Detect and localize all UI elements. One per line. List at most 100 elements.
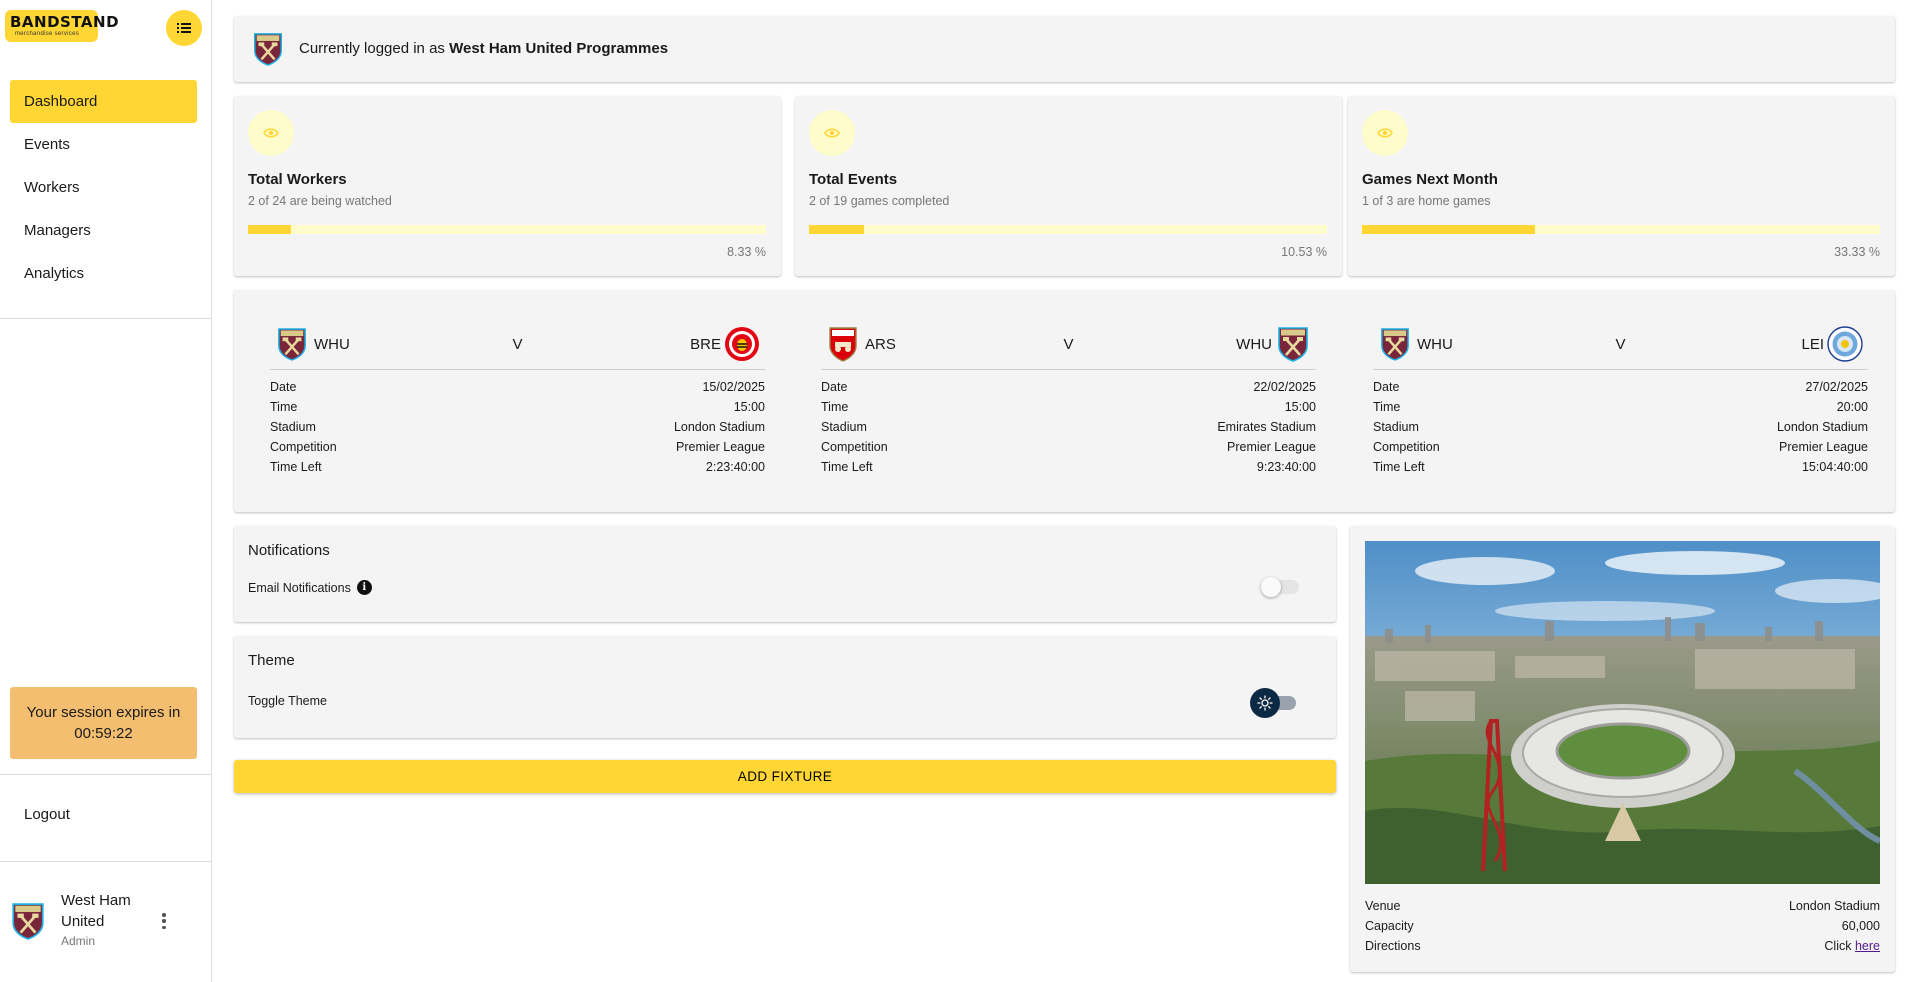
fixture-row-date: Date 15/02/2025	[270, 377, 765, 397]
fixture-row-competition: Competition Premier League	[1373, 437, 1868, 457]
sun-icon	[1257, 695, 1273, 711]
row-label: Time	[270, 400, 298, 414]
stat-subtitle: 2 of 19 games completed	[809, 194, 950, 208]
progress-bar	[809, 225, 1327, 234]
email-notifications-toggle[interactable]	[1261, 576, 1299, 597]
fixture-row-date: Date 22/02/2025	[821, 377, 1316, 397]
row-label: Competition	[1373, 440, 1440, 454]
user-menu-icon[interactable]	[157, 910, 171, 932]
venue-row: Venue London Stadium	[1365, 896, 1880, 916]
logout-button[interactable]: Logout	[24, 806, 70, 823]
notifications-card: Notifications Email Notifications i	[234, 526, 1336, 622]
info-icon[interactable]: i	[356, 580, 372, 595]
directions-link[interactable]: here	[1855, 939, 1880, 953]
row-value: 9:23:40:00	[1256, 460, 1316, 474]
row-label: Directions	[1365, 939, 1421, 953]
sidebar-divider	[0, 861, 211, 862]
progress-percent: 33.33 %	[1834, 245, 1880, 259]
fixture-row-date: Date 27/02/2025	[1373, 377, 1868, 397]
add-fixture-button[interactable]: ADD FIXTURE	[234, 760, 1336, 793]
row-value: Emirates Stadium	[1217, 420, 1316, 434]
versus-label: V	[1615, 336, 1626, 353]
progress-fill	[809, 225, 864, 234]
sidebar-item-workers[interactable]: Workers	[10, 166, 197, 209]
upcoming-fixtures: WHU V BRE Date 15/02/2025 Time 15:00 Stadi…	[234, 290, 1895, 512]
theme-toggle[interactable]	[1250, 688, 1298, 718]
toggle-sidebar-button[interactable]	[166, 10, 202, 46]
fixture-card[interactable]: ARS V WHU Date 22/02/2025 Time 15:00 Stadi…	[821, 326, 1316, 477]
row-value: 15:04:40:00	[1801, 460, 1868, 474]
directions-prefix: Click	[1824, 939, 1855, 953]
stat-title: Total Events	[809, 171, 898, 188]
session-expiry-notice: Your session expires in 00:59:22	[10, 687, 197, 759]
notifications-heading: Notifications	[248, 542, 330, 559]
row-value: 15/02/2025	[702, 380, 765, 394]
email-notifications-label: Email Notifications i	[248, 580, 372, 595]
fixture-row-time: Time 15:00	[270, 397, 765, 417]
venue-details: Venue London Stadium Capacity 60,000 Direc…	[1365, 896, 1880, 956]
toggle-thumb	[1261, 577, 1281, 597]
sidebar-item-managers[interactable]: Managers	[10, 209, 197, 252]
sidebar-divider	[0, 774, 211, 775]
west-ham-crest-icon	[11, 902, 45, 940]
fixture-row-time: Time 15:00	[821, 397, 1316, 417]
sidebar-divider	[0, 318, 211, 319]
eye-icon	[809, 110, 855, 156]
away-team: WHU	[1236, 336, 1272, 353]
fixture-row-time-left: Time Left 9:23:40:00	[821, 457, 1316, 477]
row-value: 60,000	[1841, 919, 1880, 933]
row-label: Time	[1373, 400, 1401, 414]
sidebar-item-dashboard[interactable]: Dashboard	[10, 80, 197, 123]
sidebar-item-events[interactable]: Events	[10, 123, 197, 166]
fixture-row-stadium: Stadium London Stadium	[270, 417, 765, 437]
fixture-details: Date 15/02/2025 Time 15:00 Stadium London S…	[270, 370, 765, 477]
fixture-row-competition: Competition Premier League	[821, 437, 1316, 457]
fixture-row-stadium: Stadium London Stadium	[1373, 417, 1868, 437]
logged-in-prefix: Currently logged in as	[299, 40, 450, 57]
fixture-row-competition: Competition Premier League	[270, 437, 765, 457]
stat-title: Games Next Month	[1362, 171, 1498, 188]
row-value: 15:00	[1284, 400, 1316, 414]
fixture-card[interactable]: WHU V LEI Date 27/02/2025 Time 20:00 Stadi…	[1373, 326, 1868, 477]
row-value: London Stadium	[1776, 420, 1868, 434]
progress-percent: 8.33 %	[727, 245, 766, 259]
progress-bar	[248, 225, 766, 234]
toggle-thumb	[1250, 688, 1280, 718]
capacity-row: Capacity 60,000	[1365, 916, 1880, 936]
venue-card: Venue London Stadium Capacity 60,000 Direc…	[1350, 526, 1895, 972]
west-ham-crest-icon	[252, 32, 284, 66]
row-label: Time Left	[821, 460, 873, 474]
row-value: Premier League	[676, 440, 765, 454]
sidebar-item-analytics[interactable]: Analytics	[10, 252, 197, 295]
fixture-header: WHU V LEI	[1373, 326, 1868, 370]
stat-subtitle: 1 of 3 are home games	[1362, 194, 1491, 208]
directions-row: Directions Click here	[1365, 936, 1880, 956]
brentford-crest-icon	[725, 327, 759, 361]
account-name: West Ham United Programmes	[449, 40, 669, 57]
row-value: London Stadium	[1788, 899, 1880, 913]
sidebar-nav: Dashboard Events Workers Managers Analyt…	[10, 80, 197, 295]
row-value: 2:23:40:00	[705, 460, 765, 474]
progress-bar	[1362, 225, 1880, 234]
bandstand-logo[interactable]: BANDSTAND merchandise services	[5, 10, 119, 42]
row-label: Venue	[1365, 899, 1401, 913]
row-label: Date	[1373, 380, 1400, 394]
leicester-crest-icon	[1827, 326, 1863, 362]
row-value: Premier League	[1227, 440, 1316, 454]
row-value: 15:00	[733, 400, 765, 414]
row-label: Date	[821, 380, 848, 394]
row-value: Click here	[1824, 936, 1880, 956]
fixture-row-time-left: Time Left 15:04:40:00	[1373, 457, 1868, 477]
row-label: Time	[821, 400, 849, 414]
user-role: Admin	[61, 934, 96, 948]
row-value: 20:00	[1836, 400, 1868, 414]
stat-card-total-events: Total Events 2 of 19 games completed 10.…	[795, 96, 1342, 276]
row-label: Stadium	[1373, 420, 1419, 434]
fixture-card[interactable]: WHU V BRE Date 15/02/2025 Time 15:00 Stadi…	[270, 326, 765, 477]
logo-subtext: merchandise services	[15, 31, 80, 37]
row-label: Date	[270, 380, 297, 394]
fixture-row-time: Time 20:00	[1373, 397, 1868, 417]
west-ham-crest-icon	[1277, 326, 1309, 362]
fixture-row-time-left: Time Left 2:23:40:00	[270, 457, 765, 477]
progress-percent: 10.53 %	[1281, 245, 1327, 259]
